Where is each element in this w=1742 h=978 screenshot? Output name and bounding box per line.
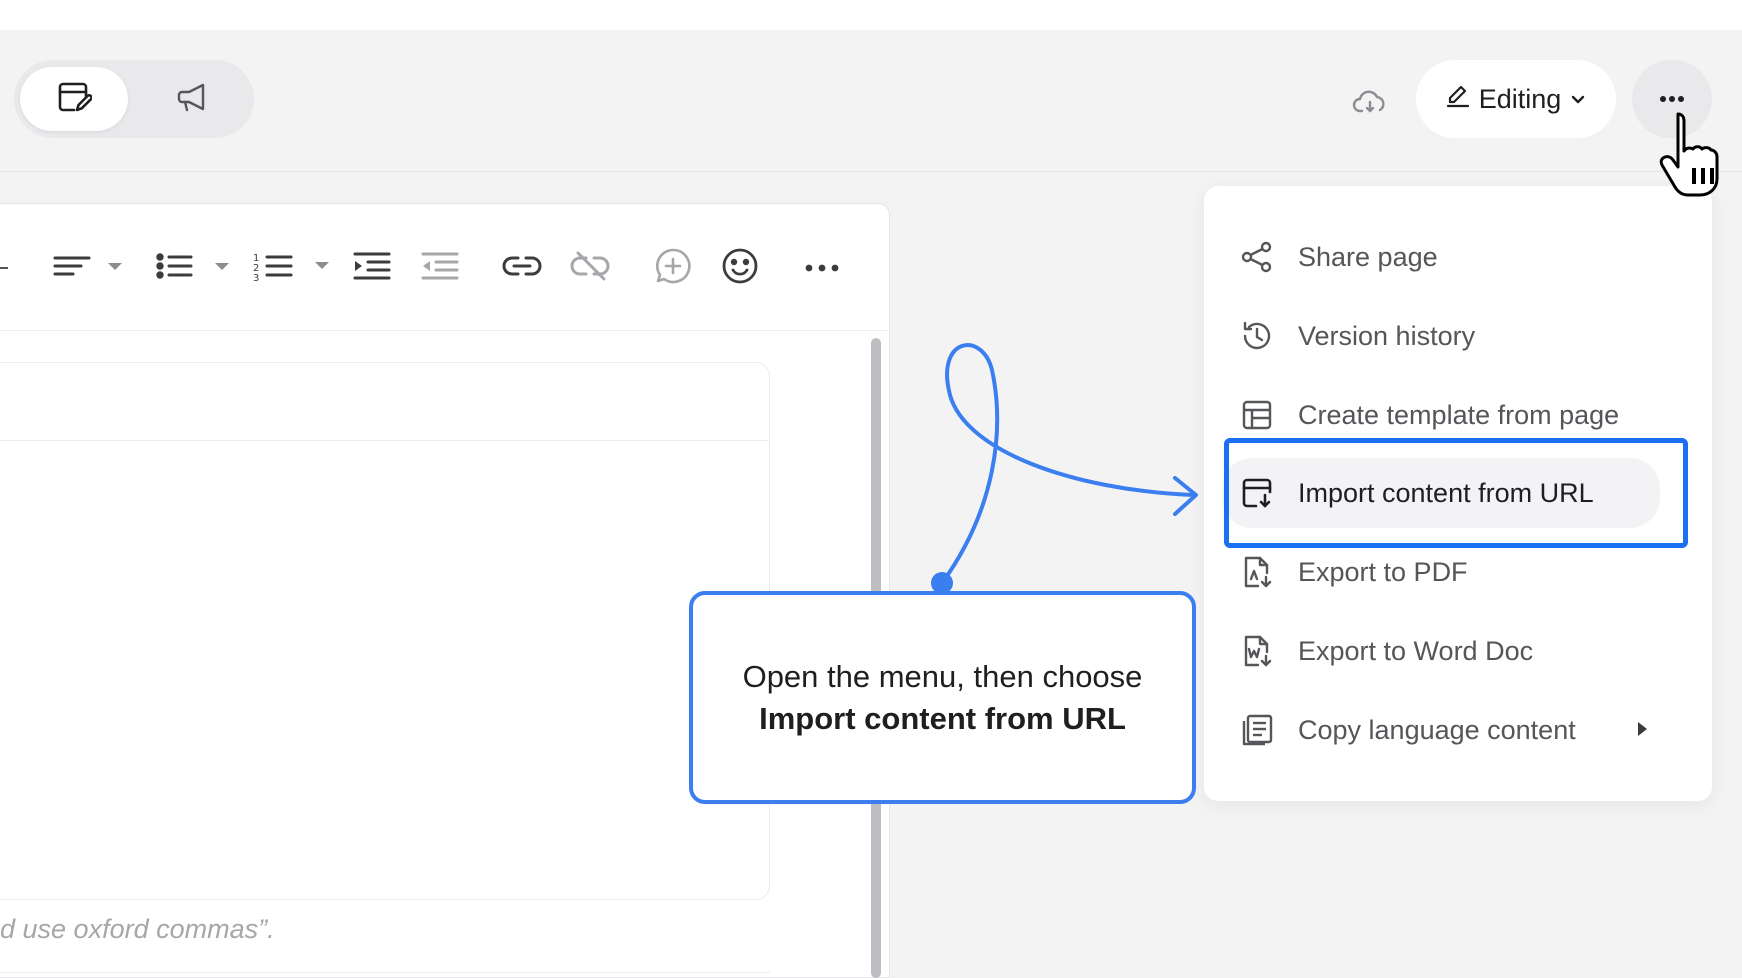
template-icon	[1240, 398, 1274, 432]
link-icon	[502, 254, 542, 283]
menu-item-export-word[interactable]: Export to Word Doc	[1240, 616, 1680, 686]
numbered-list-icon: 1 2 3	[253, 250, 333, 287]
instruction-callout: Open the menu, then choose Import conten…	[689, 591, 1196, 804]
toolbar-divider	[0, 246, 10, 290]
bullet-list-icon	[155, 251, 235, 286]
block-divider	[0, 440, 770, 441]
bullet-list-dropdown[interactable]	[155, 246, 235, 290]
window-top-strip	[0, 0, 1742, 30]
menu-item-label: Version history	[1298, 320, 1476, 351]
hand-cursor-icon	[1658, 110, 1728, 205]
callout-text-bold: Import content from URL	[759, 700, 1126, 736]
editor-placeholder-text: d use oxford commas”.	[0, 914, 275, 944]
unlink-icon	[570, 251, 610, 286]
outdent-icon	[420, 250, 460, 287]
menu-item-label: Create template from page	[1298, 399, 1620, 430]
link-button[interactable]	[500, 246, 544, 290]
megaphone-icon	[175, 80, 209, 119]
editor-content-block[interactable]	[0, 362, 770, 900]
indent-icon	[352, 250, 392, 287]
numbered-list-dropdown[interactable]: 1 2 3	[253, 246, 333, 290]
edit-page-icon	[56, 79, 93, 120]
callout-text-prefix: Open the menu, then choose	[742, 658, 1143, 694]
unlink-button[interactable]	[568, 246, 612, 290]
history-icon	[1240, 319, 1274, 353]
pencil-icon	[1445, 83, 1471, 116]
edit-mode-button[interactable]	[20, 67, 128, 131]
emoji-button[interactable]	[718, 246, 762, 290]
add-comment-button[interactable]	[651, 246, 695, 290]
menu-item-copy-language-content[interactable]: Copy language content	[1240, 695, 1680, 765]
align-dropdown[interactable]	[52, 246, 128, 290]
add-comment-icon	[654, 247, 692, 290]
align-icon	[52, 251, 128, 286]
indent-button[interactable]	[350, 246, 394, 290]
editing-label: Editing	[1478, 83, 1562, 114]
svg-text:3: 3	[253, 273, 259, 282]
outdent-button[interactable]	[418, 246, 462, 290]
callout-text: Open the menu, then choose Import conten…	[723, 656, 1162, 740]
emoji-icon	[721, 247, 759, 290]
callout-arrow	[900, 330, 1210, 615]
submenu-caret-icon	[1635, 718, 1649, 745]
menu-item-label: Export to Word Doc	[1298, 635, 1534, 666]
pdf-export-icon	[1240, 555, 1274, 589]
word-export-icon	[1240, 634, 1274, 668]
menu-item-label: Export to PDF	[1298, 556, 1468, 587]
cloud-sync-icon[interactable]	[1350, 82, 1390, 122]
editor-bottom-divider	[0, 972, 770, 973]
toolbar-more-button[interactable]	[800, 246, 844, 290]
menu-item-label: Copy language content	[1298, 714, 1576, 745]
menu-item-share-page[interactable]: Share page	[1240, 222, 1680, 292]
ellipsis-icon	[1659, 90, 1685, 108]
announce-mode-button[interactable]	[138, 67, 246, 131]
editing-mode-dropdown[interactable]: Editing	[1416, 60, 1616, 138]
menu-item-label: Share page	[1298, 241, 1438, 272]
share-icon	[1240, 240, 1274, 274]
more-icon	[805, 259, 839, 277]
chevron-down-icon	[1569, 83, 1587, 115]
copy-language-icon	[1240, 713, 1274, 747]
menu-item-version-history[interactable]: Version history	[1240, 301, 1680, 371]
highlight-box	[1224, 438, 1688, 548]
